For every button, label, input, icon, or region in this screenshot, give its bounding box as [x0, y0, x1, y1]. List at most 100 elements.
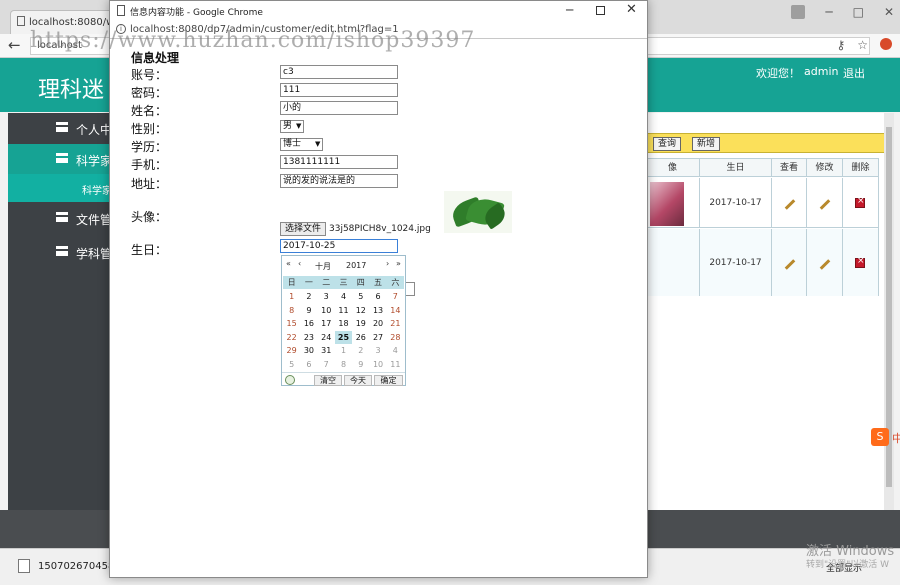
calendar-day[interactable]: 7 [318, 358, 335, 372]
calendar-day[interactable]: 1 [283, 290, 300, 304]
weekday-label: 三 [339, 278, 348, 287]
prev-year-icon[interactable]: « [286, 259, 291, 268]
account-field[interactable]: c3 [280, 65, 398, 79]
edit-pencil-icon[interactable] [819, 198, 831, 210]
calendar-day[interactable]: 15 [283, 317, 300, 331]
sidebar: 个人中 科学家 科学家 文件管 学科管 [8, 113, 110, 510]
popup-address-bar: i localhost:8080/dp7/admin/customer/edit… [110, 21, 647, 39]
calendar-day[interactable]: 31 [318, 344, 335, 358]
prev-month-icon[interactable]: ‹ [298, 259, 301, 268]
query-button[interactable]: 查询 [653, 137, 682, 151]
calendar-day[interactable]: 17 [318, 317, 335, 331]
clock-icon[interactable] [285, 375, 295, 385]
birthday-field[interactable]: 2017-10-25 [280, 239, 398, 253]
calendar-day[interactable]: 5 [352, 290, 369, 304]
calendar-day[interactable]: 27 [369, 331, 386, 345]
page-scrollbar[interactable] [884, 113, 894, 510]
maximize-icon[interactable]: □ [853, 5, 864, 19]
next-year-icon[interactable]: » [396, 259, 401, 268]
view-pencil-icon[interactable] [784, 198, 796, 210]
choose-file-button[interactable]: 选择文件 [280, 222, 327, 236]
popup-url[interactable]: localhost:8080/dp7/admin/customer/edit.h… [130, 24, 399, 35]
calendar-day[interactable]: 9 [300, 304, 317, 318]
column-header-view: 查看 [772, 159, 807, 177]
calendar-day[interactable]: 3 [369, 344, 386, 358]
calendar-day[interactable]: 10 [369, 358, 386, 372]
minimize-icon[interactable]: ─ [825, 5, 832, 19]
sidebar-subitem-scientist[interactable]: 科学家 [8, 174, 110, 202]
calendar-day[interactable]: 28 [387, 331, 404, 345]
calendar-day[interactable]: 9 [352, 358, 369, 372]
calendar-day[interactable]: 11 [335, 304, 352, 318]
calendar-day[interactable]: 29 [283, 344, 300, 358]
calendar-day[interactable]: 22 [283, 331, 300, 345]
calendar-day[interactable]: 24 [318, 331, 335, 345]
calendar-day[interactable]: 8 [335, 358, 352, 372]
gender-value: 男 [283, 121, 293, 131]
next-month-icon[interactable]: › [386, 259, 389, 268]
user-profile-icon[interactable] [791, 5, 806, 19]
ok-button[interactable]: 确定 [374, 375, 403, 386]
calendar-day[interactable]: 8 [283, 304, 300, 318]
submit-button[interactable] [405, 282, 415, 296]
today-button[interactable]: 今天 [344, 375, 372, 386]
calendar-day[interactable]: 4 [335, 290, 352, 304]
calendar-day[interactable]: 25 [334, 330, 353, 344]
edit-pencil-icon[interactable] [819, 258, 831, 270]
address-field[interactable]: 说的发的说法是的 [280, 174, 398, 188]
calendar-day[interactable]: 7 [387, 290, 404, 304]
ime-badge-icon[interactable]: S [871, 428, 889, 446]
extension-icon[interactable] [880, 38, 892, 50]
calendar-day[interactable]: 5 [283, 358, 300, 372]
calendar-day[interactable]: 2 [352, 344, 369, 358]
calendar-day[interactable]: 10 [318, 304, 335, 318]
password-field[interactable]: 111 [280, 83, 398, 97]
calendar-day[interactable]: 18 [335, 317, 352, 331]
calendar-day[interactable]: 2 [300, 290, 317, 304]
calendar-day[interactable]: 6 [300, 358, 317, 372]
calendar-day[interactable]: 30 [300, 344, 317, 358]
view-pencil-icon[interactable] [784, 258, 796, 270]
sidebar-item-scientist[interactable]: 科学家 [8, 144, 110, 174]
back-arrow-icon[interactable]: ← [8, 36, 21, 54]
stack-icon [56, 153, 68, 163]
calendar-day[interactable]: 16 [300, 317, 317, 331]
delete-icon[interactable] [855, 256, 865, 268]
calendar-day[interactable]: 20 [369, 317, 386, 331]
calendar-day[interactable]: 23 [300, 331, 317, 345]
close-icon[interactable]: ✕ [626, 2, 637, 17]
calendar-day[interactable]: 3 [318, 290, 335, 304]
phone-field[interactable]: 1381111111 [280, 155, 398, 169]
sidebar-item-subjects[interactable]: 学科管 [8, 237, 110, 267]
name-field[interactable]: 小的 [280, 101, 398, 115]
welcome-text: 欢迎您！ [756, 67, 800, 80]
sidebar-item-personal[interactable]: 个人中 [8, 113, 110, 143]
close-icon[interactable]: ✕ [884, 5, 894, 19]
logout-link[interactable]: 退出 [843, 65, 865, 81]
calendar-day[interactable]: 19 [352, 317, 369, 331]
clear-button[interactable]: 清空 [314, 375, 342, 386]
sidebar-item-label: 学科管 [76, 247, 110, 261]
calendar-day[interactable]: 11 [387, 358, 404, 372]
username-link[interactable]: admin [804, 65, 838, 78]
key-icon[interactable]: ⚷ [836, 38, 845, 52]
year-label[interactable]: 2017 [346, 261, 366, 270]
maximize-icon[interactable] [596, 6, 605, 15]
month-label[interactable]: 十月 [315, 261, 331, 272]
calendar-day[interactable]: 13 [369, 304, 386, 318]
calendar-day[interactable]: 1 [335, 344, 352, 358]
calendar-day[interactable]: 21 [387, 317, 404, 331]
gender-select[interactable]: 男 ▼ [280, 120, 305, 133]
bookmark-star-icon[interactable]: ☆ [857, 38, 868, 52]
sidebar-item-files[interactable]: 文件管 [8, 203, 110, 233]
info-icon[interactable]: i [116, 24, 126, 34]
calendar-day[interactable]: 6 [369, 290, 386, 304]
calendar-day[interactable]: 26 [352, 331, 369, 345]
calendar-day[interactable]: 12 [352, 304, 369, 318]
minimize-icon[interactable]: ─ [566, 3, 573, 17]
delete-icon[interactable] [855, 196, 865, 208]
calendar-day[interactable]: 4 [387, 344, 404, 358]
add-button[interactable]: 新增 [692, 137, 721, 151]
calendar-day[interactable]: 14 [387, 304, 404, 318]
education-select[interactable]: 博士 ▼ [280, 138, 324, 151]
